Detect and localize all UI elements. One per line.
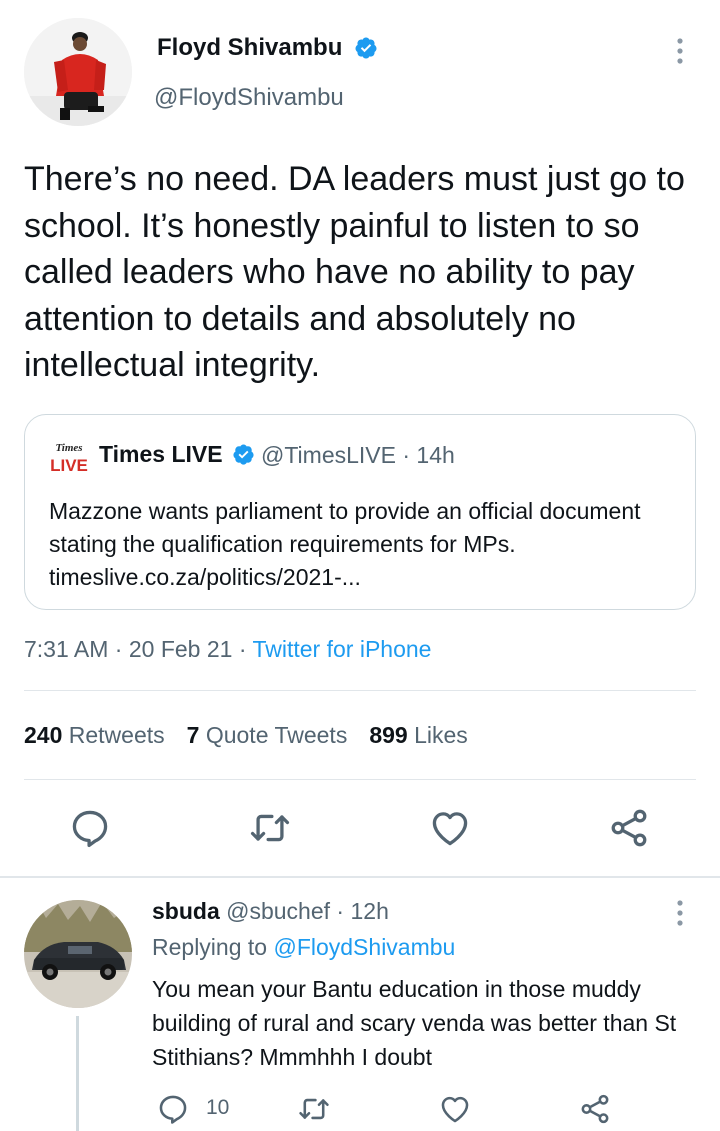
quoted-display-name: Times LIVE	[99, 441, 223, 467]
divider	[24, 779, 696, 780]
tweet-timestamp: 7:31 AM · 20 Feb 21 · Twitter for iPhone	[24, 636, 431, 663]
quoted-text: Mazzone wants parliament to provide an o…	[49, 498, 641, 590]
reply-handle[interactable]: @sbuchef	[226, 898, 330, 924]
quoted-meta: @TimesLIVE · 14h	[261, 442, 455, 469]
verified-badge-icon	[232, 443, 255, 466]
author-avatar[interactable]	[24, 18, 132, 126]
replying-to-prefix: Replying to	[152, 934, 268, 960]
author-display-name[interactable]: Floyd Shivambu	[157, 34, 342, 62]
reply-display-name[interactable]: sbuda	[152, 898, 220, 924]
author-handle[interactable]: @FloydShivambu	[154, 84, 344, 112]
verified-badge-icon	[354, 36, 378, 60]
svg-text:LIVE: LIVE	[50, 456, 88, 475]
tweet-stats: 240 Retweets 7 Quote Tweets 899 Likes	[24, 722, 468, 749]
retweet-icon[interactable]	[248, 806, 292, 850]
share-icon[interactable]	[607, 806, 651, 850]
reply-icon[interactable]	[68, 806, 112, 850]
divider	[24, 690, 696, 691]
replying-to-link[interactable]: @FloydShivambu	[273, 934, 455, 960]
likes-stat[interactable]: 899 Likes	[369, 722, 467, 748]
reply-count: 10	[206, 1096, 230, 1119]
quote-tweets-stat[interactable]: 7 Quote Tweets	[187, 722, 348, 748]
thread-line	[76, 1016, 79, 1131]
separator: ·	[114, 636, 123, 662]
separator: ·	[336, 898, 345, 924]
more-icon[interactable]	[668, 36, 692, 66]
separator: ·	[238, 636, 247, 662]
reply-avatar[interactable]	[24, 900, 132, 1008]
separator: ·	[402, 442, 411, 468]
tweet-source-link[interactable]: Twitter for iPhone	[252, 636, 431, 662]
retweets-stat[interactable]: 240 Retweets	[24, 722, 165, 748]
reply-age: 12h	[350, 898, 389, 924]
quoted-handle: @TimesLIVE	[261, 442, 396, 468]
reply-header: sbuda @sbuchef · 12h	[152, 898, 389, 925]
quoted-age: 14h	[416, 442, 455, 468]
replying-to: Replying to @FloydShivambu	[152, 934, 455, 961]
more-icon[interactable]	[668, 898, 692, 928]
reply-icon[interactable]	[156, 1092, 190, 1126]
tweet-time: 7:31 AM	[24, 636, 109, 662]
retweet-icon[interactable]	[297, 1092, 331, 1126]
divider	[0, 876, 720, 878]
like-icon[interactable]	[428, 806, 472, 850]
timeslive-logo: Times LIVE	[49, 437, 89, 477]
like-icon[interactable]	[438, 1092, 472, 1126]
tweet-text: There’s no need. DA leaders must just go…	[24, 160, 685, 384]
svg-text:Times: Times	[55, 442, 82, 454]
share-icon[interactable]	[578, 1092, 612, 1126]
quoted-tweet-card[interactable]: Times LIVE Times LIVE @TimesLIVE · 14h M…	[24, 414, 696, 610]
tweet-date: 20 Feb 21	[128, 636, 233, 662]
reply-text: You mean your Bantu education in those m…	[152, 976, 677, 1070]
